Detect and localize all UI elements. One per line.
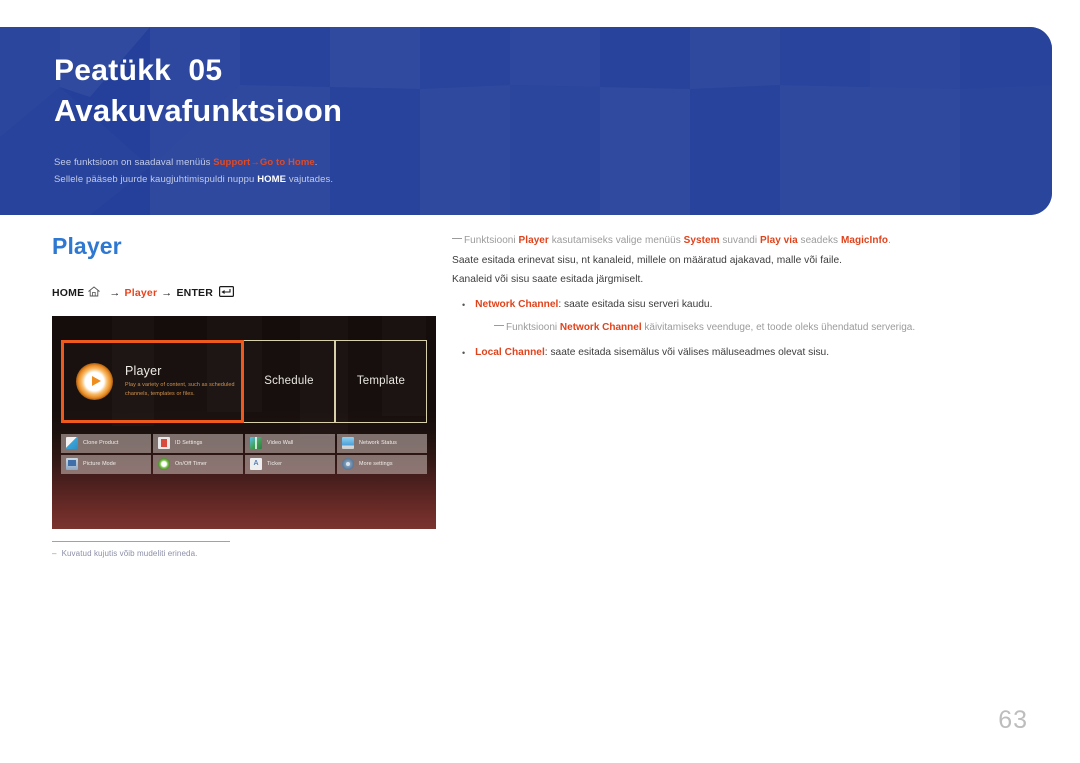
breadcrumb: HOME → Player → ENTER <box>52 286 442 300</box>
grid-cell-network-status[interactable]: Network Status <box>337 433 427 453</box>
grid-cell-ticker[interactable]: Ticker <box>245 454 335 474</box>
note-mid-3: seadeks <box>797 235 841 246</box>
picture-mode-icon <box>66 458 78 470</box>
home-icon <box>88 286 101 300</box>
footnote-dash: – <box>52 548 57 558</box>
tile-player-text: Player Play a variety of content, such a… <box>125 364 241 398</box>
grid-cell-label: ID Settings <box>175 440 203 446</box>
bullet-marker: • <box>462 300 466 311</box>
ticker-icon <box>250 458 262 470</box>
banner-note-1-menu: Support <box>213 157 251 169</box>
grid-cell-label: Picture Mode <box>83 461 116 467</box>
player-requirement-note: Funktsiooni Player kasutamiseks valige m… <box>452 231 1032 251</box>
breadcrumb-enter-label: ENTER <box>176 286 214 299</box>
banner-note-1-post: . <box>314 157 318 169</box>
on-off-timer-icon <box>158 458 170 470</box>
tile-template-label: Template <box>356 375 406 387</box>
chapter-title: Avakuvafunktsioon <box>54 92 343 128</box>
grid-cell-label: Video Wall <box>267 440 294 446</box>
tile-player-description: Play a variety of content, such as sched… <box>125 381 235 397</box>
clone-product-icon <box>66 437 78 449</box>
banner-note-1-target: Go to Home <box>259 157 315 169</box>
banner-notes: See funktsioon on saadaval menüüs Suppor… <box>54 155 1032 188</box>
grid-cell-id-settings[interactable]: ID Settings <box>153 433 243 453</box>
note-bold-player: Player <box>518 235 549 246</box>
left-column: Player HOME → Player → ENTER Player Play… <box>52 233 442 558</box>
banner-note-1: See funktsioon on saadaval menüüs Suppor… <box>54 155 1032 172</box>
device-screenshot: Player Play a variety of content, such a… <box>52 315 436 529</box>
banner-text-block: Peatükk 05 Avakuvafunktsioon See funktsi… <box>54 53 1032 189</box>
subnote-dash-mark <box>494 325 504 327</box>
tile-player-label: Player <box>125 363 162 378</box>
banner-note-2-post: vajutades. <box>286 173 334 185</box>
note-bold-system: System <box>683 235 720 246</box>
grid-cell-label: On/Off Timer <box>175 461 207 467</box>
right-column: Funktsiooni Player kasutamiseks valige m… <box>452 231 1032 363</box>
note-bold-magicinfo: MagicInfo <box>840 235 889 246</box>
chapter-label: Peatükk 05 <box>54 54 223 87</box>
banner-note-1-arrow: → <box>250 157 260 169</box>
paragraph-1: Saate esitada erinevat sisu, nt kanaleid… <box>452 254 843 266</box>
grid-cell-on-off-timer[interactable]: On/Off Timer <box>153 454 243 474</box>
note-pre: Funktsiooni <box>464 235 519 246</box>
bullet-local-channel-bold: Local Channel <box>475 346 545 358</box>
banner-note-2: Sellele pääseb juurde kaugjuhtimispuldi … <box>54 172 1032 189</box>
video-wall-icon <box>250 437 262 449</box>
banner-note-1-pre: See funktsioon on saadaval menüüs <box>54 157 214 169</box>
subnote-bold: Network Channel <box>559 322 642 334</box>
tile-schedule[interactable]: Schedule <box>244 339 335 423</box>
network-status-icon <box>342 437 354 449</box>
network-channel-subnote: Funktsiooni Network Channel käivitamisek… <box>494 318 1032 338</box>
note-post: . <box>888 235 891 246</box>
grid-cell-label: Clone Product <box>83 440 119 446</box>
grid-cell-label: Ticker <box>267 461 283 467</box>
bullet-network-channel-rest: : saate esitada sisu serveri kaudu. <box>558 299 713 311</box>
tile-player[interactable]: Player Play a variety of content, such a… <box>61 339 244 423</box>
settings-grid-row: Clone Product ID Settings Video Wall Net… <box>61 433 427 453</box>
grid-cell-video-wall[interactable]: Video Wall <box>245 433 335 453</box>
enter-key-icon <box>219 286 235 300</box>
bullet-marker: • <box>462 347 466 358</box>
footnote-divider <box>52 540 230 542</box>
grid-cell-label: Network Status <box>359 440 397 446</box>
grid-cell-more-settings[interactable]: More settings <box>337 454 427 474</box>
subnote-post: käivitamiseks veenduge, et toode oleks ü… <box>641 322 916 334</box>
bullet-local-channel-rest: : saate esitada sisemälus või välises mä… <box>544 346 830 358</box>
bullet-local-channel: • Local Channel: saate esitada sisemälus… <box>452 343 1032 363</box>
bullet-local-channel-text: Local Channel: saate esitada sisemälus v… <box>475 343 829 363</box>
page-title: Player <box>52 233 122 259</box>
home-tiles-row: Player Play a variety of content, such a… <box>61 339 427 423</box>
bullet-network-channel-bold: Network Channel <box>475 299 559 311</box>
subnote-pre: Funktsiooni <box>506 322 560 334</box>
settings-grid-row: Picture Mode On/Off Timer Ticker More se… <box>61 454 427 474</box>
bullet-network-channel: • Network Channel: saate esitada sisu se… <box>452 295 1032 315</box>
banner-note-2-pre: Sellele pääseb juurde kaugjuhtimispuldi … <box>54 173 258 185</box>
chapter-banner: Peatükk 05 Avakuvafunktsioon See funktsi… <box>0 27 1052 215</box>
grid-cell-clone-product[interactable]: Clone Product <box>61 433 151 453</box>
note-dash-mark <box>452 238 462 239</box>
note-mid-2: suvandi <box>719 235 761 246</box>
tile-template[interactable]: Template <box>335 339 427 423</box>
note-bold-play-via: Play via <box>760 235 798 246</box>
screenshot-footnote: – Kuvatud kujutis võib mudeliti erineda. <box>52 540 230 558</box>
id-settings-icon <box>158 437 170 449</box>
page-number: 63 <box>998 706 1028 734</box>
grid-cell-picture-mode[interactable]: Picture Mode <box>61 454 151 474</box>
bullet-network-channel-text: Network Channel: saate esitada sisu serv… <box>475 295 712 315</box>
grid-cell-label: More settings <box>359 461 393 467</box>
note-mid-1: kasutamiseks valige menüüs <box>548 235 684 246</box>
banner-note-2-key: HOME <box>257 173 287 185</box>
breadcrumb-home-label: HOME <box>52 286 85 299</box>
paragraph-2: Kanaleid või sisu saate esitada järgmise… <box>452 274 644 286</box>
tile-schedule-label: Schedule <box>264 375 314 387</box>
more-settings-icon <box>342 458 354 470</box>
play-circle-icon <box>76 362 113 400</box>
breadcrumb-arrow-2: → <box>161 286 173 299</box>
breadcrumb-player: Player <box>124 286 158 299</box>
breadcrumb-arrow-1: → <box>109 286 121 299</box>
page-content: Player HOME → Player → ENTER Player Play… <box>0 215 1080 763</box>
footnote-text: Kuvatud kujutis võib mudeliti erineda. <box>61 548 198 558</box>
footnote-text-row: – Kuvatud kujutis võib mudeliti erineda. <box>52 549 230 558</box>
settings-grid: Clone Product ID Settings Video Wall Net… <box>61 433 427 476</box>
